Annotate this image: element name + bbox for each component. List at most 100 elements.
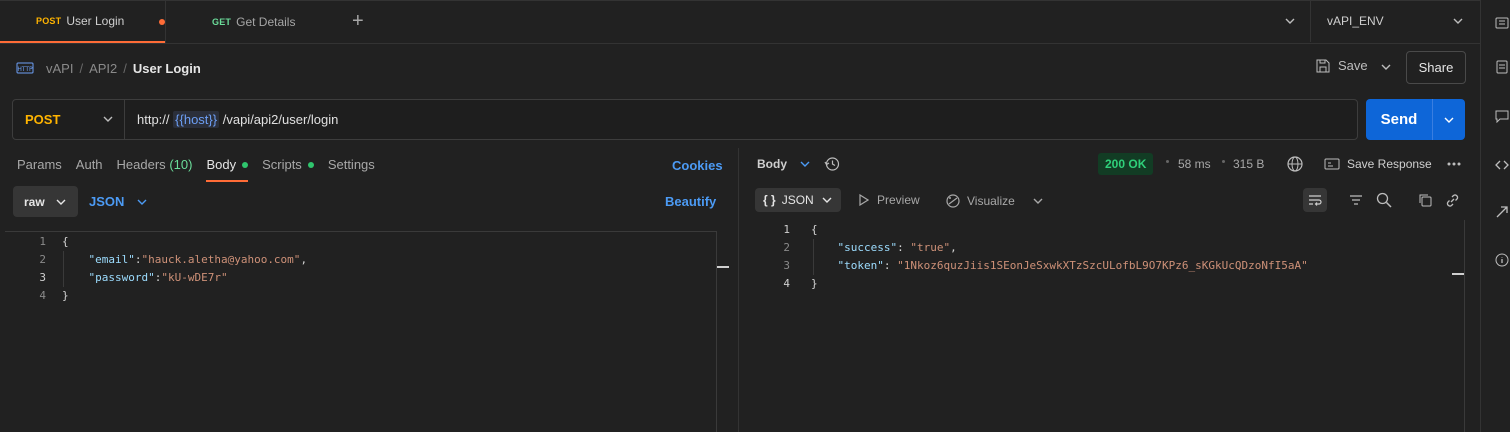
copy-icon[interactable] [1418,193,1432,207]
response-time[interactable]: 58 ms [1178,157,1211,171]
pane-divider[interactable] [738,148,739,432]
environment-label: vAPI_ENV [1327,14,1384,28]
tab-body-label: Body [206,157,237,172]
scrollbar-marker[interactable] [717,266,729,268]
more-options-icon[interactable] [1447,162,1461,166]
filter-icon[interactable] [1349,194,1363,206]
wrap-lines-icon [1309,195,1322,206]
tab-scripts[interactable]: Scripts [262,152,314,182]
environment-select[interactable]: vAPI_ENV [1310,0,1480,42]
chevron-down-icon [137,199,147,205]
code-line: "email":"hauck.aletha@yahoo.com", [88,253,308,266]
scripts-active-indicator [307,161,314,168]
body-language-select[interactable]: JSON [89,194,148,209]
code-line: "password":"kU-wDE7r" [88,271,228,284]
beautify-button[interactable]: Beautify [665,194,716,209]
line-number: 2 [783,241,790,254]
breadcrumb-separator: / [123,60,127,76]
code-line: } [811,277,818,290]
breadcrumb-item-workspace[interactable]: vAPI [46,61,73,76]
chevron-down-icon [56,199,66,205]
response-size[interactable]: 315 B [1233,157,1264,171]
meta-separator [1166,160,1169,163]
line-number: 4 [783,277,790,290]
tab-method: GET [212,17,232,27]
history-icon[interactable] [824,156,840,172]
breadcrumb-item-folder[interactable]: API2 [89,61,117,76]
line-number: 2 [39,253,46,266]
response-body-viewer[interactable]: 1 2 3 4 { "success": "true", "token": "1… [760,220,1465,432]
request-body-editor[interactable]: 1 2 3 4 { "email":"hauck.aletha@yahoo.co… [5,231,729,432]
response-body-label: Body [757,157,787,171]
request-url-bar: POST http:// {{host}} /vapi/api2/user/lo… [12,99,1358,140]
documentation-icon[interactable] [1495,60,1509,74]
chevron-down-icon [800,161,810,167]
chevron-down-icon [822,197,832,203]
send-button[interactable]: Send [1366,111,1432,128]
tab-body[interactable]: Body [206,152,249,182]
comments-icon[interactable] [1495,109,1509,123]
cookies-link[interactable]: Cookies [672,158,723,173]
response-view-select[interactable]: Body [757,157,811,171]
tab-params[interactable]: Params [17,152,62,182]
save-response-icon [1324,158,1340,170]
visualize-button[interactable]: Visualize [945,193,1015,209]
page-title[interactable]: User Login [133,61,201,76]
search-icon[interactable] [1376,192,1392,208]
url-input[interactable]: http:// {{host}} /vapi/api2/user/login [137,111,338,128]
send-options-button[interactable] [1432,99,1465,140]
wrap-lines-button[interactable] [1303,188,1327,212]
line-number: 4 [39,289,46,302]
tab-settings[interactable]: Settings [328,152,375,182]
save-icon [1316,59,1330,72]
new-tab-plus-icon[interactable]: + [352,11,364,31]
request-tab-bar: POST User Login GET Get Details [0,0,1480,44]
tab-headers[interactable]: Headers (10) [117,152,193,182]
svg-text:HTTP: HTTP [17,66,33,73]
tab-label: User Login [66,14,125,28]
save-options-chevron-icon[interactable] [1380,62,1392,72]
save-response-button[interactable]: Save Response [1324,157,1432,171]
tab-user-login[interactable]: POST User Login [0,1,165,43]
response-format-label: JSON [781,193,814,207]
scrollbar-marker[interactable] [1452,273,1464,275]
code-line: { [811,223,818,236]
headers-count-badge: (10) [169,157,193,172]
response-body-code: { "success": "true", "token": "1Nkoz6quz… [811,221,1308,293]
tab-auth[interactable]: Auth [76,152,103,182]
save-button[interactable]: Save [1316,58,1368,73]
related-collections-icon[interactable] [1495,205,1509,219]
send-button-group: Send [1366,99,1465,140]
code-snippet-icon[interactable] [1495,158,1509,172]
json-braces-icon: { } [763,193,776,207]
request-body-code: { "email":"hauck.aletha@yahoo.com", "pas… [62,233,307,305]
share-button[interactable]: Share [1406,51,1466,84]
info-icon[interactable] [1495,253,1509,267]
line-number: 3 [39,271,46,284]
line-number: 1 [39,235,46,248]
body-mode-select[interactable]: raw [13,186,78,217]
tabs-dropdown-chevron-icon[interactable] [1284,16,1296,26]
preview-label: Preview [877,193,920,207]
code-line: } [62,289,69,302]
url-prefix: http:// [137,112,170,127]
url-variable-host: {{host}} [173,111,220,128]
code-line: { [62,235,69,248]
meta-separator [1222,160,1225,163]
request-config-tabs: Params Auth Headers (10) Body Scripts Se… [17,152,389,182]
network-globe-icon[interactable] [1287,156,1303,172]
visualize-options-chevron-icon[interactable] [1032,196,1044,206]
http-request-icon: HTTP [16,62,34,74]
body-mode-label: raw [24,194,45,209]
preview-button[interactable]: Preview [859,193,920,207]
link-icon[interactable] [1445,193,1460,208]
tab-get-details[interactable]: GET Get Details [165,1,335,43]
save-label: Save [1338,58,1368,73]
tab-label: Get Details [236,15,296,29]
method-select[interactable]: POST [13,100,125,139]
environment-quick-look-icon[interactable] [1495,16,1509,30]
status-badge[interactable]: 200 OK [1098,153,1154,175]
response-format-select[interactable]: { } JSON [755,188,841,212]
line-number: 1 [783,223,790,236]
body-active-indicator [242,161,249,168]
